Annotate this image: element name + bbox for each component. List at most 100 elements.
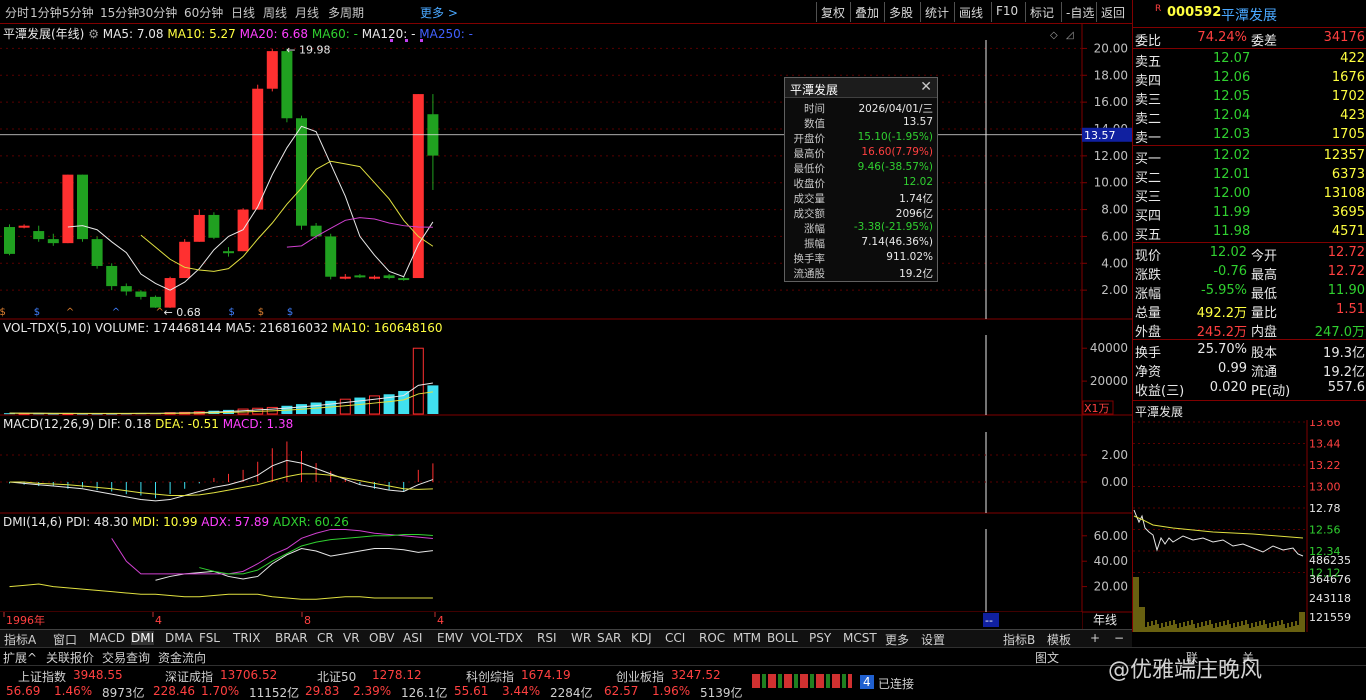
candle-body[interactable] xyxy=(354,275,366,278)
indicator-tab-13[interactable]: VOL-TDX xyxy=(471,631,523,645)
indicator-tab-6[interactable]: TRIX xyxy=(233,631,260,645)
candle-body[interactable] xyxy=(296,118,307,226)
tool-button-4[interactable]: 画线 xyxy=(959,4,983,21)
candle-body[interactable] xyxy=(150,296,161,308)
indicator-tab-22[interactable]: PSY xyxy=(809,631,831,645)
volume-bar[interactable] xyxy=(412,347,424,415)
volume-bar[interactable] xyxy=(398,390,410,414)
tool-button-7[interactable]: -自选 xyxy=(1066,4,1094,21)
candle-body[interactable] xyxy=(47,239,59,244)
indicator-tab-3[interactable]: DMI xyxy=(131,631,155,645)
candle-body[interactable] xyxy=(369,276,380,279)
candle-body[interactable] xyxy=(77,174,88,240)
bid-row[interactable]: 买五 11.98 4571 xyxy=(1133,223,1366,243)
tool-button-8[interactable]: 返回 xyxy=(1101,4,1125,21)
volume-bar[interactable] xyxy=(339,398,351,415)
indicator-right-3[interactable]: − xyxy=(1114,631,1124,645)
event-marker-icon[interactable]: $ xyxy=(34,307,40,318)
period-tab-7[interactable]: 周线 xyxy=(263,4,287,21)
tool-button-6[interactable]: 标记 xyxy=(1030,4,1054,21)
indicator-tab-23[interactable]: MCST xyxy=(843,631,877,645)
indicator-right-0[interactable]: 指标B xyxy=(1003,631,1035,648)
indicator-tab-10[interactable]: OBV xyxy=(369,631,395,645)
period-tab-1[interactable]: 1分钟 xyxy=(30,4,62,21)
candle-body[interactable] xyxy=(193,214,205,242)
bottom-link-0[interactable]: 扩展^ xyxy=(3,649,37,666)
diamond-icon[interactable]: ◇ xyxy=(1050,30,1058,41)
bid-row[interactable]: 买三 12.00 13108 xyxy=(1133,185,1366,205)
candle-body[interactable] xyxy=(325,236,337,277)
candle-body[interactable] xyxy=(18,225,30,228)
indicator-tab-5[interactable]: FSL xyxy=(199,631,220,645)
candle-body[interactable] xyxy=(4,227,15,254)
period-tab-2[interactable]: 5分钟 xyxy=(62,4,94,21)
indicator-tab-1[interactable]: 窗口 xyxy=(53,631,77,648)
indicator-tab-19[interactable]: ROC xyxy=(699,631,725,645)
ask-row[interactable]: 卖三 12.05 1702 xyxy=(1133,88,1366,108)
candle-body[interactable] xyxy=(223,251,234,254)
indicator-tab-9[interactable]: VR xyxy=(343,631,360,645)
bid-row[interactable]: 买二 12.01 6373 xyxy=(1133,166,1366,186)
index-name[interactable]: 北证50 xyxy=(317,668,356,685)
period-tab-9[interactable]: 多周期 xyxy=(328,4,364,21)
connection-status[interactable]: 已连接 xyxy=(878,675,914,692)
indicator-tab-7[interactable]: BRAR xyxy=(275,631,308,645)
event-marker-icon[interactable]: ^ xyxy=(156,307,164,318)
settings-icon[interactable]: ⚙ xyxy=(88,27,99,41)
indicator-tab-25[interactable]: 设置 xyxy=(921,631,945,648)
candle-body[interactable] xyxy=(252,88,264,210)
indicator-tab-24[interactable]: 更多 xyxy=(885,631,909,648)
tool-button-2[interactable]: 多股 xyxy=(889,4,913,21)
bid-row[interactable]: 买四 11.99 3695 xyxy=(1133,204,1366,224)
index-name[interactable]: 深证成指 xyxy=(165,668,213,685)
volume-bar[interactable] xyxy=(427,385,439,414)
intraday-mini-chart[interactable]: 13.6613.4413.2213.0012.7812.5612.3412.12… xyxy=(1133,420,1366,632)
bottom-link-3[interactable]: 资金流向 xyxy=(158,649,206,666)
candle-body[interactable] xyxy=(281,51,293,119)
indicator-tab-12[interactable]: EMV xyxy=(437,631,463,645)
tool-button-3[interactable]: 统计 xyxy=(925,4,949,21)
event-marker-icon[interactable]: $ xyxy=(0,307,6,318)
event-marker-icon[interactable]: ^ xyxy=(112,307,120,318)
indicator-tab-16[interactable]: SAR xyxy=(597,631,621,645)
candle-body[interactable] xyxy=(266,51,278,89)
candle-body[interactable] xyxy=(398,278,410,281)
period-tab-0[interactable]: 分时 xyxy=(5,4,29,21)
indicator-tab-8[interactable]: CR xyxy=(317,631,334,645)
indicator-tab-11[interactable]: ASI xyxy=(403,631,422,645)
candle-body[interactable] xyxy=(412,94,424,279)
index-name[interactable]: 创业板指 xyxy=(616,668,664,685)
candle-body[interactable] xyxy=(91,239,103,266)
indicator-tab-20[interactable]: MTM xyxy=(733,631,761,645)
candle-body[interactable] xyxy=(120,286,132,292)
bid-row[interactable]: 买一 12.02 12357 xyxy=(1133,147,1366,167)
bottom-right-link-0[interactable]: 图文 xyxy=(1035,649,1059,666)
candle-body[interactable] xyxy=(208,214,220,238)
indicator-right-2[interactable]: + xyxy=(1090,631,1100,645)
close-icon[interactable]: ✕ xyxy=(920,79,932,95)
indicator-right-1[interactable]: 模板 xyxy=(1047,631,1071,648)
event-marker-icon[interactable]: $ xyxy=(258,307,264,318)
period-tab-5[interactable]: 60分钟 xyxy=(184,4,223,21)
indicator-tab-18[interactable]: CCI xyxy=(665,631,685,645)
candle-body[interactable] xyxy=(164,278,176,308)
indicator-tab-14[interactable]: RSI xyxy=(537,631,557,645)
period-tab-8[interactable]: 月线 xyxy=(295,4,319,21)
indicator-tab-4[interactable]: DMA xyxy=(165,631,193,645)
tool-button-0[interactable]: 复权 xyxy=(821,4,845,21)
ask-row[interactable]: 卖五 12.07 422 xyxy=(1133,50,1366,70)
tool-button-5[interactable]: F10 xyxy=(996,4,1018,18)
index-name[interactable]: 上证指数 xyxy=(18,668,66,685)
bottom-link-1[interactable]: 关联报价 xyxy=(46,649,94,666)
tool-button-1[interactable]: 叠加 xyxy=(855,4,879,21)
event-marker-icon[interactable]: $ xyxy=(287,307,293,318)
candle-body[interactable] xyxy=(33,231,45,240)
indicator-tab-0[interactable]: 指标A xyxy=(4,631,36,648)
event-marker-icon[interactable]: ^ xyxy=(66,307,74,318)
indicator-tab-17[interactable]: KDJ xyxy=(631,631,652,645)
period-label[interactable]: 年线 xyxy=(1093,613,1117,627)
period-tab-4[interactable]: 30分钟 xyxy=(138,4,177,21)
candle-body[interactable] xyxy=(237,209,249,252)
period-tab-6[interactable]: 日线 xyxy=(231,4,255,21)
bottom-link-2[interactable]: 交易查询 xyxy=(102,649,150,666)
